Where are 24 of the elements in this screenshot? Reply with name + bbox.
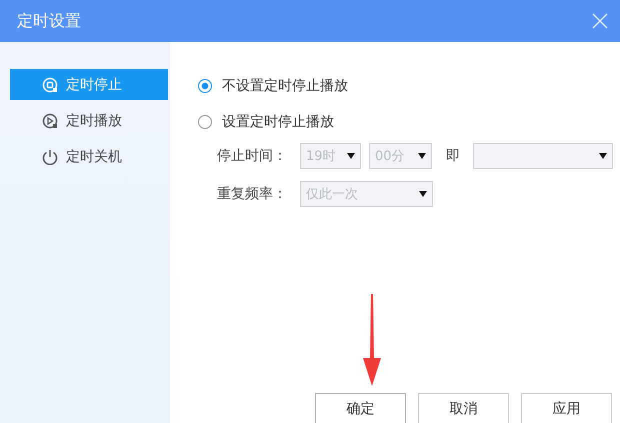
caret-icon — [599, 153, 607, 159]
field-label: 重复频率： — [217, 185, 288, 203]
close-icon[interactable] — [592, 13, 608, 29]
power-icon — [42, 148, 58, 164]
play-clock-icon — [42, 112, 58, 128]
dialog-button[interactable]: 应用 — [521, 393, 612, 423]
sidebar-item-label: 定时停止 — [66, 76, 122, 94]
window-title: 定时设置 — [17, 10, 81, 32]
radio-label: 设置定时停止播放 — [222, 113, 334, 131]
radio-button[interactable] — [198, 115, 212, 129]
caret-icon — [418, 153, 426, 159]
field-label: 即 — [446, 147, 460, 165]
radio-label: 不设置定时停止播放 — [222, 77, 348, 95]
field-label: 停止时间： — [217, 147, 288, 165]
radio-button[interactable] — [198, 79, 212, 93]
dialog-button[interactable]: 确定 — [315, 393, 406, 423]
caret-icon — [419, 191, 427, 197]
sidebar-item[interactable]: 定时关机 — [10, 141, 168, 172]
dialog-button[interactable]: 取消 — [418, 393, 509, 423]
sidebar-item[interactable]: 定时播放 — [10, 105, 168, 136]
sidebar-item-label: 定时播放 — [66, 112, 122, 130]
sidebar-item-label: 定时关机 — [66, 148, 122, 166]
stop-clock-icon — [42, 76, 58, 92]
caret-icon — [347, 153, 355, 159]
